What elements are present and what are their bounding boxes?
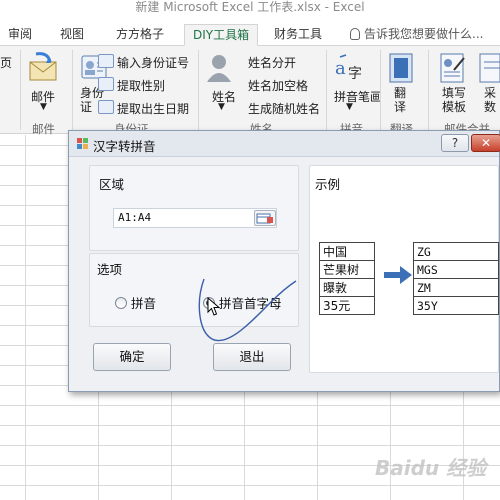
group-separator [72, 50, 73, 130]
tab-view[interactable]: 视图 [58, 24, 86, 46]
table-row: MGS [413, 260, 499, 279]
dropdown-arrow-icon[interactable]: ▼ [40, 102, 47, 112]
window-titlebar: 新建 Microsoft Excel 工作表.xlsx - Excel [0, 0, 500, 20]
range-label: 区域 [99, 177, 125, 192]
table-row: 芒果树 [319, 260, 375, 279]
ribbon-tabs: 审阅 视图 方方格子 DIY工具箱 财务工具 告诉我您想要做什么... [0, 20, 500, 46]
mouse-cursor-icon [207, 297, 221, 316]
group-separator [326, 50, 327, 130]
split-name-button[interactable]: 姓名分开 [248, 54, 296, 71]
name-add-space-button[interactable]: 姓名加空格 [248, 77, 308, 94]
tab-finance[interactable]: 财务工具 [272, 24, 324, 46]
table-row: ZM [413, 278, 499, 297]
id-input-button[interactable]: 输入身份证号 [117, 54, 189, 71]
translate-icon [389, 53, 413, 83]
radio-option-pinyin[interactable]: 拼音 [115, 293, 156, 312]
tab-fangfang[interactable]: 方方格子 [114, 24, 166, 46]
group-separator [380, 50, 381, 130]
collect-data-button[interactable]: 采数 [484, 86, 498, 114]
random-name-button[interactable]: 生成随机姓名 [248, 100, 320, 117]
table-cell: 曝敦 [319, 278, 375, 297]
table-row: ZG [413, 242, 499, 261]
group-separator [428, 50, 429, 130]
birthday-icon [98, 100, 114, 114]
fill-template-icon [440, 53, 465, 83]
dialog-title: 汉字转拼音 [93, 139, 156, 154]
range-input[interactable]: A1:A4 [113, 208, 277, 228]
tab-review[interactable]: 审阅 [6, 24, 34, 46]
example-output-table: ZG MGS ZM 35Y [413, 242, 499, 315]
collect-data-icon [479, 53, 500, 83]
tell-me-search[interactable]: 告诉我您想要做什么... [350, 24, 483, 46]
range-picker-icon [256, 213, 273, 224]
dropdown-arrow-icon[interactable]: ▼ [218, 102, 225, 112]
table-cell: MGS [413, 260, 499, 279]
mail-icon [29, 52, 57, 81]
pinyin-icon: a 字 [335, 54, 362, 82]
svg-text:a: a [335, 58, 346, 79]
watermark: Baidu 经验 [375, 456, 487, 480]
exit-button[interactable]: 退出 [213, 343, 291, 371]
table-row: 中国 [319, 242, 375, 261]
ribbon: 页 邮件 ▼ 邮件 身份 证 ▼ 输入身份证号 提取性别 提取出生日期 身份证 … [0, 46, 500, 136]
extract-gender-button[interactable]: 提取性别 [117, 77, 165, 94]
pinyin-button[interactable]: 拼音笔画 [334, 88, 382, 105]
dialog-titlebar[interactable]: 汉字转拼音 ? ✕ [69, 131, 500, 157]
group-separator [198, 50, 199, 130]
dialog-app-icon [77, 138, 88, 149]
help-button[interactable]: ? [441, 134, 469, 152]
id-input-icon [98, 54, 114, 68]
ribbon-cut-label: 页 [0, 56, 13, 70]
example-label: 示例 [315, 177, 341, 192]
table-cell: 芒果树 [319, 260, 375, 279]
svg-text:字: 字 [348, 66, 362, 82]
close-button[interactable]: ✕ [471, 134, 500, 152]
pinyin-dialog: 汉字转拼音 ? ✕ 区域 A1:A4 选项 拼音 拼音首字母 确定 退出 示例 … [68, 130, 500, 392]
range-select-button[interactable] [254, 210, 276, 226]
group-separator [20, 50, 21, 130]
table-cell: ZM [413, 278, 499, 297]
translate-button[interactable]: 翻译 [394, 86, 408, 114]
table-cell: 中国 [319, 242, 375, 261]
fill-template-button[interactable]: 填写模板 [442, 86, 468, 114]
window-title: 新建 Microsoft Excel 工作表.xlsx - Excel [135, 0, 365, 14]
table-cell: 35元 [319, 296, 375, 315]
arrow-right-icon [384, 266, 412, 284]
radio-button[interactable] [115, 297, 127, 309]
extract-birthday-button[interactable]: 提取出生日期 [117, 100, 189, 117]
example-input-table: 中国 芒果树 曝敦 35元 [319, 242, 375, 315]
table-cell: 35Y [413, 296, 499, 315]
tab-diy-toolbox[interactable]: DIY工具箱 [184, 24, 259, 46]
option-pinyin-label: 拼音 [131, 296, 157, 311]
options-label: 选项 [97, 262, 123, 277]
table-row: 曝敦 [319, 278, 375, 297]
tell-me-text: 告诉我您想要做什么... [364, 27, 484, 41]
dropdown-arrow-icon[interactable]: ▼ [346, 102, 353, 112]
table-row: 35Y [413, 296, 499, 315]
lightbulb-icon [350, 28, 360, 40]
table-row: 35元 [319, 296, 375, 315]
gender-icon [98, 77, 114, 91]
ok-button[interactable]: 确定 [93, 343, 171, 371]
table-cell: ZG [413, 242, 499, 261]
person-icon [207, 55, 231, 82]
